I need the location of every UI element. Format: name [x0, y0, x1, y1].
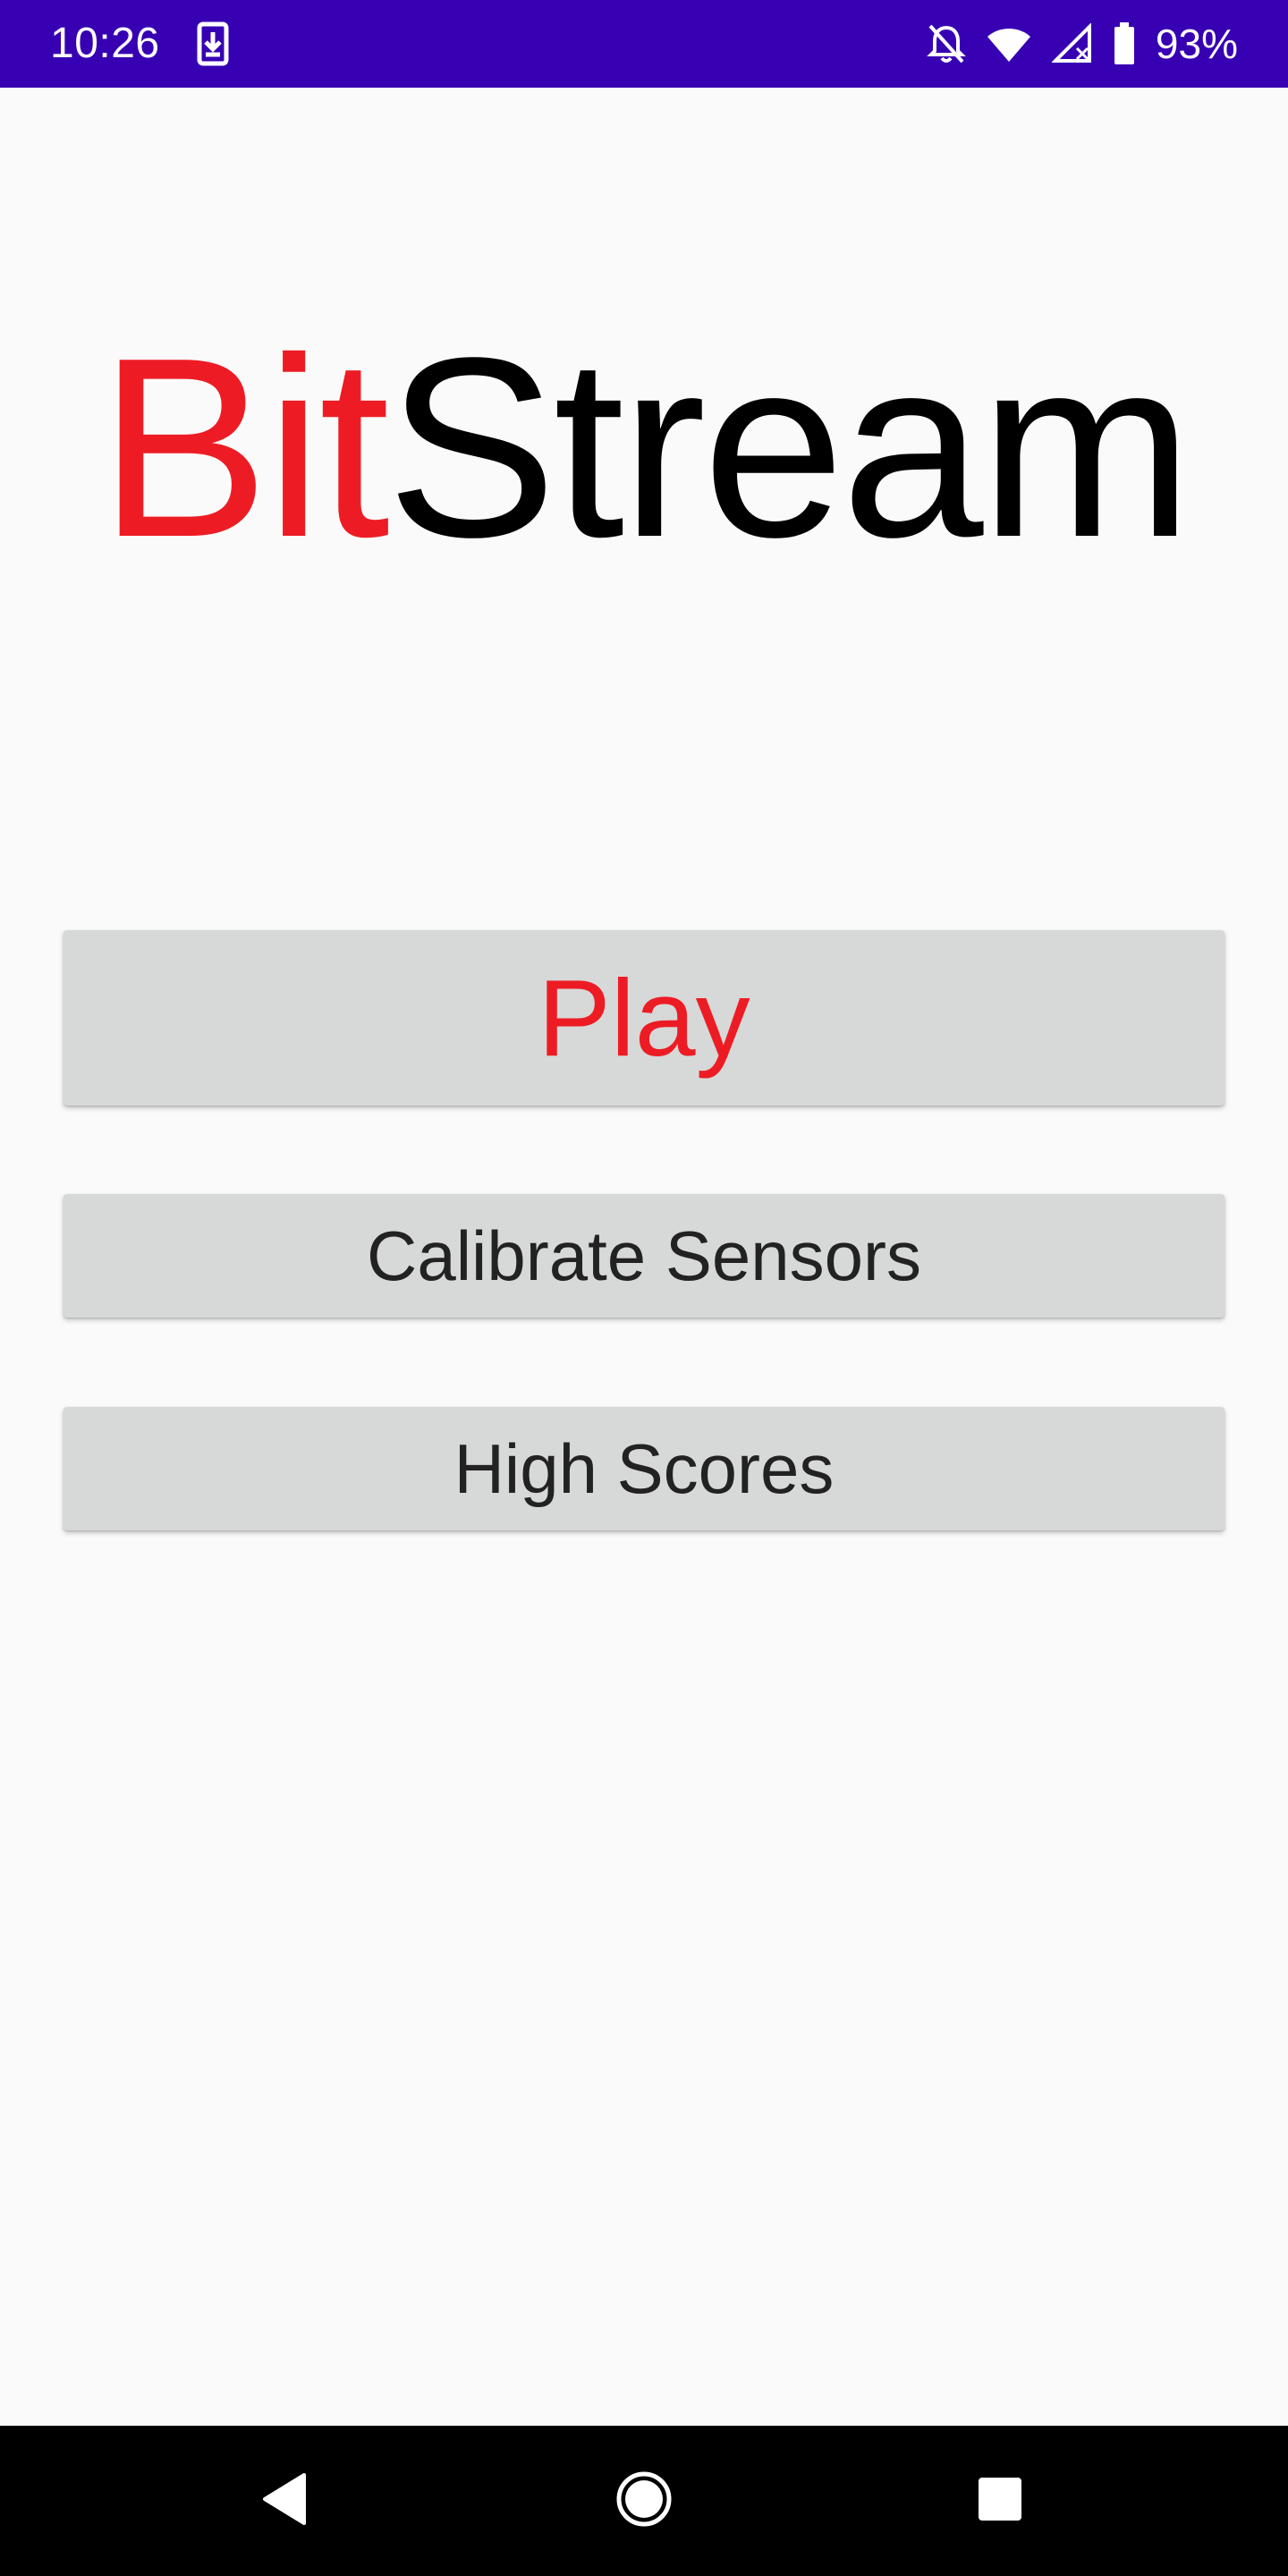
- high-scores-button[interactable]: High Scores: [64, 1407, 1224, 1530]
- calibrate-sensors-button[interactable]: Calibrate Sensors: [64, 1194, 1224, 1318]
- status-bar: 10:26 93%: [0, 0, 1288, 88]
- notifications-off-icon: [927, 22, 966, 65]
- home-icon: [615, 2470, 673, 2532]
- status-time: 10:26: [50, 20, 160, 67]
- recents-icon: [977, 2476, 1023, 2527]
- app-title: BitStream: [0, 313, 1288, 581]
- battery-icon: [1113, 22, 1136, 65]
- battery-percent: 93%: [1155, 21, 1238, 67]
- wifi-icon: [986, 24, 1032, 64]
- app-title-bit: Bit: [98, 304, 390, 590]
- cell-signal-icon: [1051, 23, 1093, 64]
- back-button[interactable]: [249, 2465, 320, 2537]
- status-icons: 93%: [927, 18, 1238, 70]
- navigation-bar: [0, 2426, 1288, 2576]
- play-button[interactable]: Play: [64, 930, 1224, 1106]
- home-button[interactable]: [608, 2465, 680, 2537]
- download-notification-icon: [197, 21, 229, 66]
- app-title-stream: Stream: [386, 304, 1193, 590]
- back-icon: [259, 2471, 309, 2531]
- recents-button[interactable]: [964, 2465, 1036, 2537]
